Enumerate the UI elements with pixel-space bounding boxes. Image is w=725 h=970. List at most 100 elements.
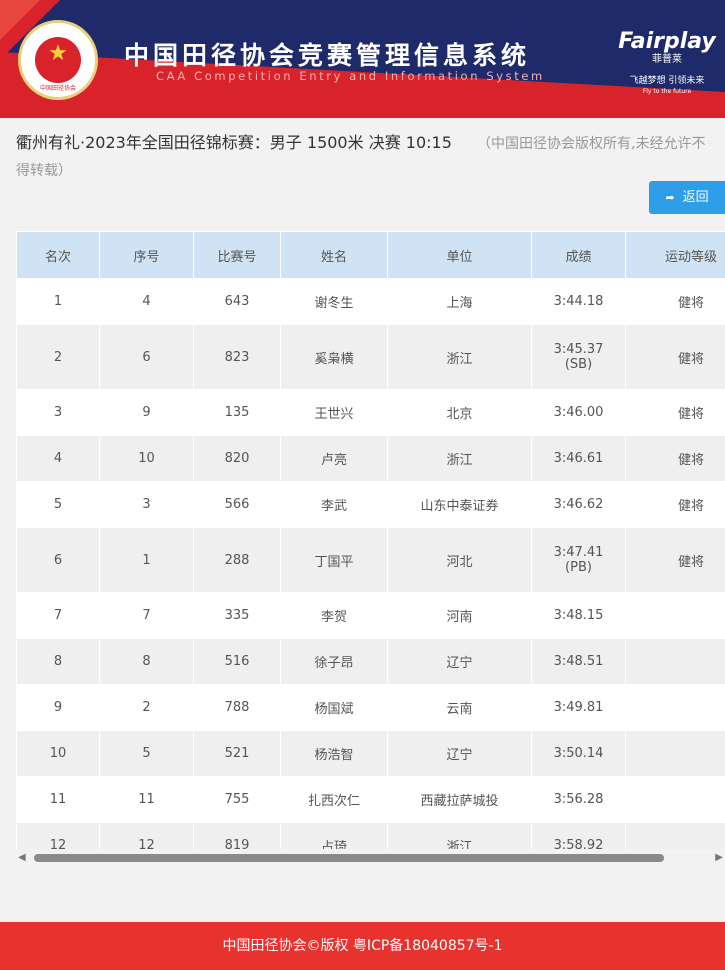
table-row: 9 2 788 杨国斌 云南 3:49.81 <box>16 684 725 731</box>
cell-bib: 820 <box>193 435 281 482</box>
header-order: 序号 <box>99 231 194 279</box>
cell-result: 3:58.92 <box>531 822 626 849</box>
site-header: ★ 中国田径协会 中国田径协会竞赛管理信息系统 CAA Competition … <box>0 0 725 118</box>
brand-en: Fly to the future <box>642 88 692 95</box>
table-row: 11 11 755 扎西次仁 西藏拉萨城投 3:56.28 <box>16 776 725 823</box>
event-title: 衢州有礼·2023年全国田径锦标赛：男子 1500米 决赛 10:15 （中国田… <box>16 130 716 184</box>
cell-rank: 5 <box>16 481 100 528</box>
cell-bib: 521 <box>193 730 281 777</box>
cell-name: 卢亮 <box>280 435 388 482</box>
cell-rank: 9 <box>16 684 100 731</box>
result-value: 3:44.18 <box>553 294 604 309</box>
cell-order: 8 <box>99 638 194 685</box>
scroll-left-icon[interactable]: ◀ <box>18 852 26 863</box>
header-result: 成绩 <box>531 231 626 279</box>
result-value: 3:56.28 <box>553 792 604 807</box>
result-value: 3:48.15 <box>553 608 604 623</box>
cell-unit: 辽宁 <box>387 730 532 777</box>
cell-result: 3:49.81 <box>531 684 626 731</box>
result-value: 3:46.00 <box>553 405 604 420</box>
brand-cn: 菲普莱 <box>652 54 682 65</box>
cell-grade <box>625 684 725 731</box>
cell-name: 杨浩智 <box>280 730 388 777</box>
cell-name: 王世兴 <box>280 389 388 436</box>
cell-name: 丁国平 <box>280 527 388 593</box>
cell-bib: 819 <box>193 822 281 849</box>
cell-bib: 755 <box>193 776 281 823</box>
table-row: 3 9 135 王世兴 北京 3:46.00 健将 <box>16 389 725 436</box>
cell-unit: 上海 <box>387 278 532 325</box>
cell-name: 杨国斌 <box>280 684 388 731</box>
cell-order: 2 <box>99 684 194 731</box>
cell-rank: 1 <box>16 278 100 325</box>
result-note: (PB) <box>565 560 592 575</box>
results-table-container: 名次 序号 比赛号 姓名 单位 成绩 运动等级 1 4 643 谢冬生 上海 3:44.1… <box>16 231 725 849</box>
cell-grade <box>625 730 725 777</box>
cell-result: 3:48.15 <box>531 592 626 639</box>
scroll-right-icon[interactable]: ▶ <box>715 852 723 863</box>
cell-unit: 山东中泰证券 <box>387 481 532 528</box>
table-row: 4 10 820 卢亮 浙江 3:46.61 健将 <box>16 435 725 482</box>
cell-bib: 516 <box>193 638 281 685</box>
cell-order: 11 <box>99 776 194 823</box>
cell-result: 3:44.18 <box>531 278 626 325</box>
header-grade: 运动等级 <box>625 231 725 279</box>
cell-grade <box>625 638 725 685</box>
table-row: 1 4 643 谢冬生 上海 3:44.18 健将 <box>16 278 725 325</box>
cell-rank: 4 <box>16 435 100 482</box>
brand-name: Fairplay <box>618 29 716 54</box>
cell-rank: 7 <box>16 592 100 639</box>
caa-logo: ★ 中国田径协会 <box>18 20 98 100</box>
cell-result: 3:46.62 <box>531 481 626 528</box>
result-value: 3:47.41 <box>553 545 604 560</box>
cell-order: 9 <box>99 389 194 436</box>
cell-name: 徐子昂 <box>280 638 388 685</box>
cell-result: 3:45.37 (SB) <box>531 324 626 390</box>
cell-bib: 288 <box>193 527 281 593</box>
result-value: 3:45.37 <box>553 342 604 357</box>
cell-grade <box>625 592 725 639</box>
result-value: 3:49.81 <box>553 700 604 715</box>
table-row: 7 7 335 李贺 河南 3:48.15 <box>16 592 725 639</box>
table-row: 12 12 819 占琦 浙江 3:58.92 <box>16 822 725 849</box>
result-note: (SB) <box>564 357 593 372</box>
logo-text: 中国田径协会 <box>39 85 76 92</box>
header-unit: 单位 <box>387 231 532 279</box>
share-arrow-icon: ➦ <box>665 191 675 204</box>
cell-result: 3:48.51 <box>531 638 626 685</box>
cell-unit: 河北 <box>387 527 532 593</box>
cell-order: 4 <box>99 278 194 325</box>
cell-bib: 788 <box>193 684 281 731</box>
cell-name: 扎西次仁 <box>280 776 388 823</box>
cell-rank: 6 <box>16 527 100 593</box>
cell-order: 3 <box>99 481 194 528</box>
scroll-thumb[interactable] <box>34 854 664 862</box>
cell-grade: 健将 <box>625 435 725 482</box>
results-table: 名次 序号 比赛号 姓名 单位 成绩 运动等级 1 4 643 谢冬生 上海 3:44.1… <box>16 231 725 849</box>
cell-rank: 10 <box>16 730 100 777</box>
cell-unit: 西藏拉萨城投 <box>387 776 532 823</box>
header-bib: 比赛号 <box>193 231 281 279</box>
result-value: 3:58.92 <box>553 838 604 849</box>
cell-grade: 健将 <box>625 278 725 325</box>
cell-grade <box>625 776 725 823</box>
cell-order: 6 <box>99 324 194 390</box>
cell-grade: 健将 <box>625 481 725 528</box>
cell-bib: 643 <box>193 278 281 325</box>
back-button[interactable]: ➦ 返回 <box>649 181 725 214</box>
site-footer: 中国田径协会©版权 粤ICP备18040857号-1 <box>0 922 725 970</box>
cell-order: 7 <box>99 592 194 639</box>
cell-name: 李武 <box>280 481 388 528</box>
cell-unit: 辽宁 <box>387 638 532 685</box>
star-icon: ★ <box>48 41 68 66</box>
cell-order: 12 <box>99 822 194 849</box>
header-name: 姓名 <box>280 231 388 279</box>
cell-order: 10 <box>99 435 194 482</box>
system-title: 中国田径协会竞赛管理信息系统 <box>124 41 531 70</box>
table-header-row: 名次 序号 比赛号 姓名 单位 成绩 运动等级 <box>16 231 725 279</box>
cell-rank: 11 <box>16 776 100 823</box>
cell-rank: 2 <box>16 324 100 390</box>
horizontal-scrollbar[interactable]: ◀ ▶ <box>16 852 725 864</box>
cell-grade <box>625 822 725 849</box>
cell-result: 3:46.61 <box>531 435 626 482</box>
